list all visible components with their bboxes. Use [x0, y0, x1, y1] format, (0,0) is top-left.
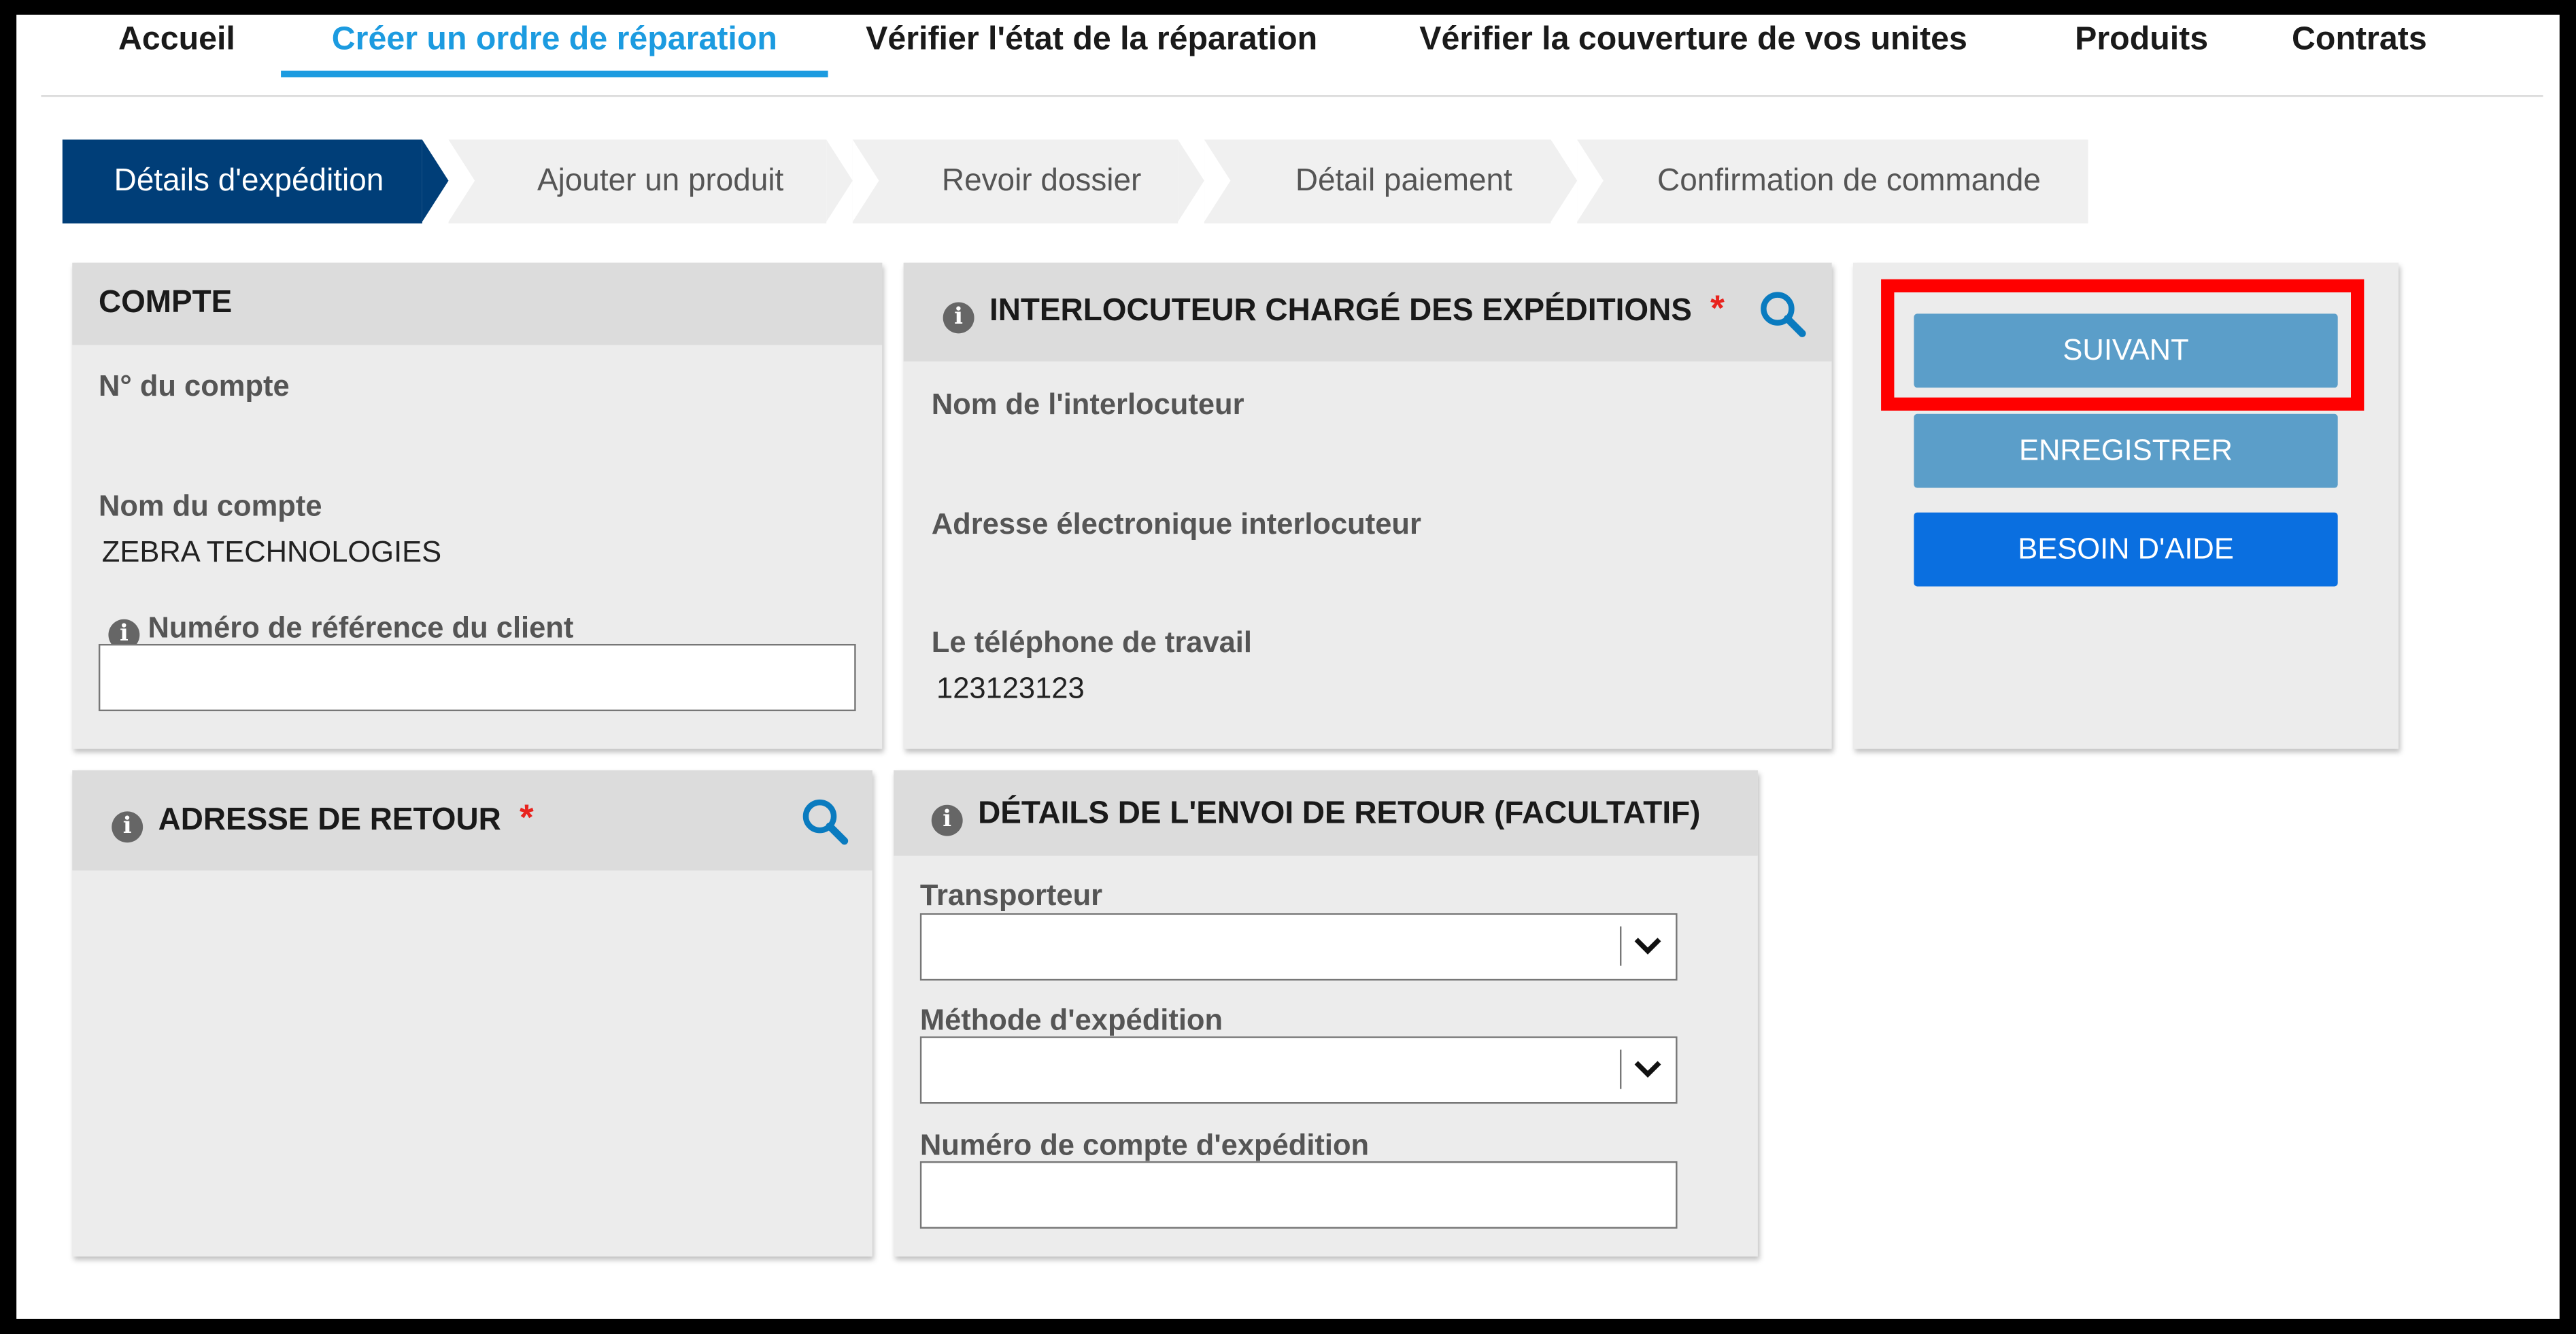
compte-panel-title: COMPTE [72, 262, 883, 345]
envoi-retour-header: i DÉTAILS DE L'ENVOI DE RETOUR (FACULTAT… [894, 770, 1758, 856]
carrier-select[interactable] [919, 913, 1678, 981]
shipping-account-input[interactable] [919, 1161, 1678, 1229]
interlocuteur-panel-title: INTERLOCUTEUR CHARGÉ DES EXPÉDITIONS [989, 294, 1692, 329]
search-icon[interactable] [1758, 289, 1807, 338]
step-detail-paiement[interactable]: Détail paiement [1204, 139, 1578, 224]
required-asterisk: * [1710, 287, 1725, 329]
info-icon[interactable]: i [112, 811, 143, 843]
nav-item-contrats[interactable]: Contrats [2292, 0, 2427, 74]
required-asterisk: * [519, 796, 534, 838]
save-button[interactable]: ENREGISTRER [1914, 413, 2338, 488]
help-button[interactable]: BESOIN D'AIDE [1914, 512, 2338, 587]
carrier-label: Transporteur [919, 878, 1103, 912]
next-button-highlight [1881, 279, 2365, 411]
step-label: Détails d'expédition [114, 164, 384, 199]
step-revoir-dossier[interactable]: Revoir dossier [852, 139, 1204, 224]
method-label: Méthode d'expédition [919, 1004, 1223, 1037]
account-name-value: ZEBRA TECHNOLOGIES [101, 535, 442, 568]
step-confirmation-commande[interactable]: Confirmation de commande [1577, 139, 2088, 224]
work-phone-label: Le téléphone de travail [931, 626, 1252, 659]
step-label: Confirmation de commande [1657, 164, 2041, 199]
nav-item-verifier-etat[interactable]: Vérifier l'état de la réparation [866, 0, 1317, 74]
nav-item-creer-ordre[interactable]: Créer un ordre de réparation [281, 0, 828, 78]
envoi-retour-title: DÉTAILS DE L'ENVOI DE RETOUR (FACULTATIF… [978, 796, 1701, 832]
contact-email-label: Adresse électronique interlocuteur [931, 507, 1421, 541]
search-icon[interactable] [800, 797, 849, 846]
reference-input[interactable] [98, 643, 856, 712]
work-phone-value: 123123123 [936, 672, 1085, 705]
reference-label: Numéro de référence du client [148, 611, 574, 644]
adresse-retour-title: ADRESSE DE RETOUR [158, 803, 501, 838]
step-label: Revoir dossier [941, 164, 1142, 199]
chevron-down-icon[interactable] [1631, 929, 1664, 962]
envoi-retour-panel: i DÉTAILS DE L'ENVOI DE RETOUR (FACULTAT… [894, 770, 1758, 1257]
contact-name-label: Nom de l'interlocuteur [931, 388, 1244, 421]
interlocuteur-panel: i INTERLOCUTEUR CHARGÉ DES EXPÉDITIONS *… [903, 262, 1832, 749]
nav-item-produits[interactable]: Produits [2075, 0, 2208, 74]
adresse-retour-panel: i ADRESSE DE RETOUR * [72, 770, 872, 1257]
nav-item-accueil[interactable]: Accueil [118, 0, 235, 74]
method-select[interactable] [919, 1036, 1678, 1104]
info-icon[interactable]: i [943, 302, 975, 334]
adresse-retour-header: i ADRESSE DE RETOUR * [72, 770, 872, 871]
shipping-account-label: Numéro de compte d'expédition [919, 1128, 1370, 1161]
step-ajouter-produit[interactable]: Ajouter un produit [448, 139, 853, 224]
chevron-down-icon[interactable] [1631, 1053, 1664, 1086]
info-icon[interactable]: i [931, 804, 963, 836]
nav-item-verifier-couverture[interactable]: Vérifier la couverture de vos unites [1419, 0, 1967, 74]
account-number-label: N° du compte [98, 369, 290, 403]
interlocuteur-panel-header: i INTERLOCUTEUR CHARGÉ DES EXPÉDITIONS * [903, 262, 1832, 362]
step-label: Ajouter un produit [537, 164, 784, 199]
account-name-label: Nom du compte [98, 489, 322, 523]
step-details-expedition[interactable]: Détails d'expédition [62, 139, 449, 224]
step-label: Détail paiement [1295, 164, 1512, 199]
compte-panel: COMPTE N° du compte Nom du compte ZEBRA … [72, 262, 883, 749]
